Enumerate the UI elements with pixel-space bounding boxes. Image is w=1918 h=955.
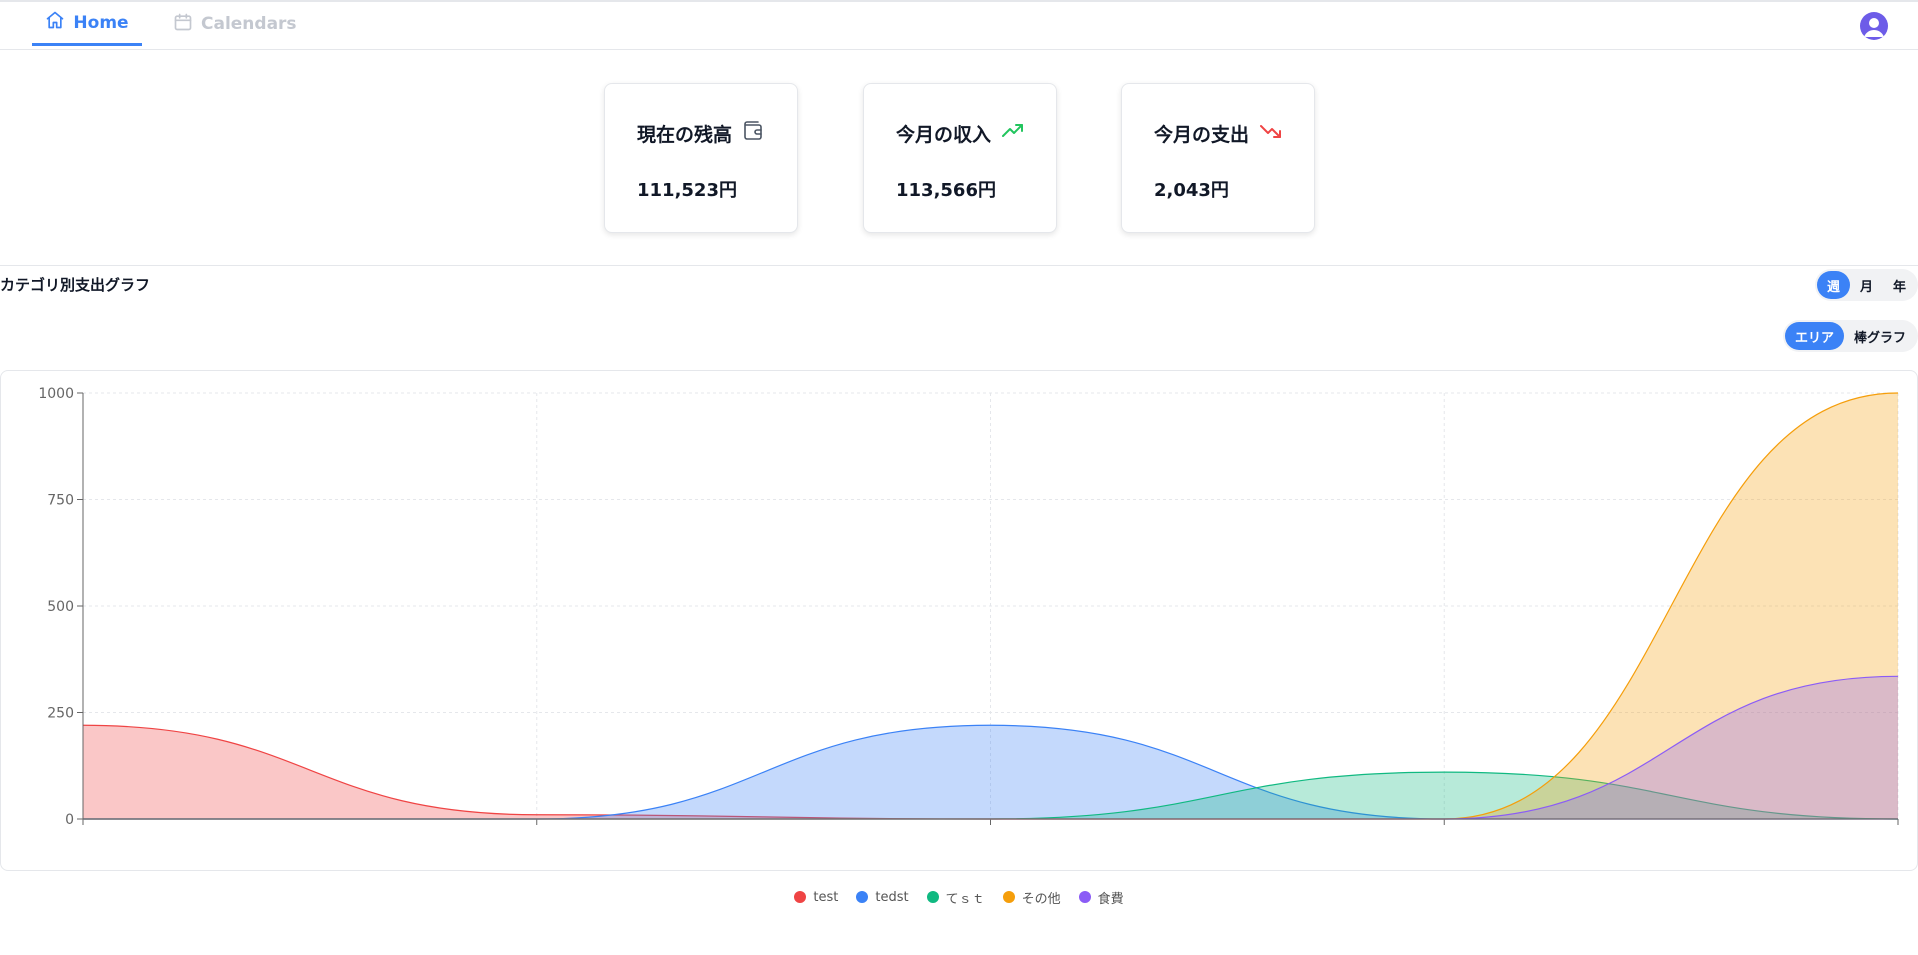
tab-home[interactable]: Home	[32, 2, 142, 46]
tab-calendars-label: Calendars	[201, 14, 297, 34]
expense-value: 2,043円	[1154, 180, 1229, 201]
chart-legend: test tedst てｓｔ その他 食費	[0, 884, 1918, 910]
chart-type-bar-option[interactable]: 棒グラフ	[1844, 322, 1916, 350]
y-tick-label: 750	[47, 493, 74, 509]
legend-color-dot	[1078, 891, 1091, 903]
legend-item[interactable]: その他	[1002, 888, 1061, 907]
balance-title: 現在の残高	[637, 124, 733, 146]
expense-card: 今月の支出 2,043円	[1121, 83, 1315, 233]
tab-home-label: Home	[73, 12, 129, 33]
income-title: 今月の収入	[896, 124, 992, 146]
legend-color-dot	[856, 891, 869, 903]
section-divider	[0, 265, 1918, 266]
balance-card: 現在の残高 111,523円	[604, 83, 798, 233]
income-card: 今月の収入 113,566円	[863, 83, 1057, 233]
area-chart: 0 250 500 750 1000	[38, 386, 1899, 828]
user-avatar[interactable]	[1860, 12, 1888, 40]
legend-label: 食費	[1097, 891, 1124, 907]
period-month-option[interactable]: 月	[1850, 271, 1883, 299]
y-tick-label: 0	[65, 812, 74, 828]
balance-value: 111,523円	[637, 180, 737, 201]
legend-item[interactable]: 食費	[1078, 888, 1124, 907]
y-tick-label: 250	[47, 706, 74, 722]
home-icon	[45, 10, 65, 35]
legend-item[interactable]: test	[794, 890, 838, 905]
y-tick-label: 1000	[38, 386, 74, 402]
trending-up-icon	[1001, 119, 1025, 148]
wallet-icon	[742, 119, 766, 148]
trending-down-icon	[1259, 119, 1283, 148]
income-card-header: 今月の収入	[896, 119, 1025, 148]
tab-calendars[interactable]: Calendars	[173, 2, 297, 46]
period-toggle: 週 月 年	[1814, 269, 1918, 301]
legend-label: その他	[1021, 891, 1061, 907]
expense-card-header: 今月の支出	[1154, 119, 1283, 148]
legend-item[interactable]: tedst	[856, 889, 909, 905]
top-navigation: Home Calendars	[0, 2, 1918, 50]
y-tick-label: 500	[47, 599, 74, 615]
legend-color-dot	[1002, 891, 1015, 903]
legend-label: test	[813, 889, 839, 905]
legend-item[interactable]: てｓｔ	[926, 888, 985, 907]
chart-type-area-option[interactable]: エリア	[1784, 322, 1844, 350]
balance-card-header: 現在の残高	[637, 119, 766, 148]
user-icon	[1864, 18, 1884, 37]
legend-color-dot	[794, 891, 807, 903]
chart-section-title: カテゴリ別支出グラフ	[0, 276, 151, 294]
expense-title: 今月の支出	[1154, 124, 1250, 146]
legend-color-dot	[926, 891, 939, 903]
calendar-icon	[173, 12, 193, 37]
chart-container: 0 250 500 750 1000	[0, 370, 1918, 871]
legend-label: tedst	[875, 889, 909, 905]
period-year-option[interactable]: 年	[1883, 271, 1916, 299]
income-value: 113,566円	[896, 180, 996, 201]
legend-label: てｓｔ	[945, 891, 985, 907]
period-week-option[interactable]: 週	[1816, 271, 1850, 299]
chart-type-toggle: エリア 棒グラフ	[1782, 320, 1918, 352]
